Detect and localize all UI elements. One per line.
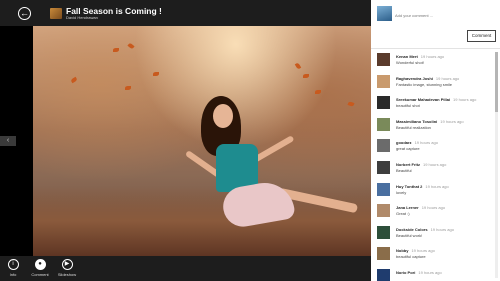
photo-thumbnail xyxy=(50,8,62,19)
comment-text: Fantastic image, stunning smile xyxy=(396,81,453,87)
comment-text: lovely xyxy=(396,189,407,195)
comments-panel: Comment Kenan Mert19 hours ago Wonderful… xyxy=(371,0,500,281)
avatar[interactable] xyxy=(377,268,390,281)
commenter-name[interactable]: Huy Tonthat 2 19 hours ago xyxy=(396,184,449,189)
comment-time: 19 hours ago xyxy=(411,248,435,254)
avatar[interactable] xyxy=(377,182,390,196)
comment-text: Beautiful xyxy=(396,167,412,173)
comment-time: 19 hours ago xyxy=(425,183,449,189)
commenter-name[interactable]: Jana Lerner 19 hours ago xyxy=(396,205,445,210)
comment-time: 19 hours ago xyxy=(421,205,446,211)
comments-scrollbar[interactable] xyxy=(495,52,498,278)
viewer-header: ← Fall Season is Coming ! David Hendrawa… xyxy=(0,0,371,26)
comment-time: 19 hours ago xyxy=(430,226,454,232)
comment-item: goodarz 19 hours ago great capture xyxy=(371,136,493,158)
comment-label: Comment xyxy=(31,272,49,277)
bottom-app-bar: i Info ● Comment ▶ Slideshow xyxy=(0,256,371,281)
avatar[interactable] xyxy=(377,225,390,239)
main-photo[interactable] xyxy=(33,26,371,256)
comment-item: Sreekumar Mahadevan Pillai 19 hours ago b… xyxy=(371,93,493,115)
comment-item: Raghavendra Joshi 19 hours ago Fantastic … xyxy=(371,72,493,94)
commenter-name[interactable]: Massimiliano Tosolini 19 hours ago xyxy=(396,119,464,124)
commenter-name[interactable]: Nobby 19 hours ago xyxy=(396,248,435,253)
comment-text: Wonderful shot! xyxy=(396,60,424,65)
avatar[interactable] xyxy=(377,74,390,88)
commenter-name[interactable]: Norbert Fritz 19 hours ago xyxy=(396,162,446,167)
leaf-decor xyxy=(153,72,159,76)
slideshow-button[interactable]: ▶ Slideshow xyxy=(54,259,80,277)
avatar[interactable] xyxy=(377,160,390,174)
avatar[interactable] xyxy=(377,96,390,110)
comment-item: Huy Tonthat 2 19 hours ago lovely xyxy=(371,180,493,202)
commenter-name[interactable]: Norio Pori 19 hours ago xyxy=(396,270,442,275)
subject-face xyxy=(213,104,233,128)
commenter-name[interactable]: Dockside Colors 19 hours ago xyxy=(396,227,454,232)
comment-time: 19 hours ago xyxy=(435,75,460,81)
comment-item: Jana Lerner 19 hours ago Great :) xyxy=(371,201,493,223)
previous-photo-icon[interactable]: ‹ xyxy=(0,136,16,146)
comment-text: beautiful shot xyxy=(396,103,420,109)
comment-button[interactable]: ● Comment xyxy=(27,259,53,277)
commenter-name[interactable]: Raghavendra Joshi 19 hours ago xyxy=(396,76,459,81)
comment-item: Massimiliano Tosolini 19 hours ago Beauti… xyxy=(371,115,493,137)
scrollbar-thumb[interactable] xyxy=(495,52,498,112)
info-button[interactable]: i Info xyxy=(0,259,26,277)
leaf-decor xyxy=(127,42,135,50)
comment-list[interactable]: Kenan Mert 19 hours ago Wonderful shot! R… xyxy=(371,50,493,281)
comment-text: Great :) xyxy=(396,211,410,217)
comment-time: 19 hours ago xyxy=(414,140,438,146)
info-label: Info xyxy=(9,272,17,277)
comment-time: 19 hours ago xyxy=(420,54,445,59)
commenter-name[interactable]: Sreekumar Mahadevan Pillai 19 hours ago xyxy=(396,97,476,102)
app-window: ← Fall Season is Coming ! David Hendrawa… xyxy=(0,0,500,281)
comment-text: Beautiful work! xyxy=(396,232,423,238)
comment-icon: ● xyxy=(34,259,46,270)
comment-time: 19 hours ago xyxy=(423,161,447,167)
comment-item: Kenan Mert 19 hours ago Wonderful shot! xyxy=(371,50,493,72)
slideshow-label: Slideshow xyxy=(57,272,77,277)
avatar[interactable] xyxy=(377,53,390,66)
play-icon: ▶ xyxy=(61,259,73,270)
comment-item: Dockside Colors 19 hours ago Beautiful wo… xyxy=(371,223,493,245)
commenter-name[interactable]: goodarz 19 hours ago xyxy=(396,140,438,145)
comment-text: great capture xyxy=(396,146,420,152)
comment-input[interactable] xyxy=(395,8,495,22)
panel-divider xyxy=(371,48,500,49)
photo-author[interactable]: David Hendrawan xyxy=(66,15,98,20)
leaf-decor xyxy=(315,90,321,94)
comment-item: Norio Pori 19 hours ago xyxy=(371,266,493,281)
comment-time: 19 hours ago xyxy=(418,269,442,275)
avatar[interactable] xyxy=(377,139,390,153)
avatar[interactable] xyxy=(377,117,390,131)
comment-text: beautiful capture xyxy=(396,254,426,260)
avatar[interactable] xyxy=(377,204,390,218)
photo-viewer: ← Fall Season is Coming ! David Hendrawa… xyxy=(0,0,371,281)
leaf-decor xyxy=(294,62,302,70)
comment-item: Norbert Fritz 19 hours ago Beautiful xyxy=(371,158,493,180)
leaf-decor xyxy=(303,74,309,78)
current-user-avatar xyxy=(377,6,392,21)
leaf-decor xyxy=(113,48,119,52)
comment-submit-button[interactable]: Comment xyxy=(467,30,496,42)
comment-time: 19 hours ago xyxy=(453,97,477,103)
leaf-decor xyxy=(125,86,131,90)
comment-text: Beautiful realization xyxy=(396,124,431,130)
comment-time: 19 hours ago xyxy=(440,118,464,124)
commenter-name[interactable]: Kenan Mert 19 hours ago xyxy=(396,54,444,59)
avatar[interactable] xyxy=(377,247,390,261)
info-icon: i xyxy=(7,259,19,270)
back-arrow-icon[interactable]: ← xyxy=(18,7,31,20)
leaf-decor xyxy=(70,76,78,84)
leaf-decor xyxy=(347,101,355,107)
subject-arm xyxy=(252,135,295,163)
comment-item: Nobby 19 hours ago beautiful capture xyxy=(371,244,493,266)
